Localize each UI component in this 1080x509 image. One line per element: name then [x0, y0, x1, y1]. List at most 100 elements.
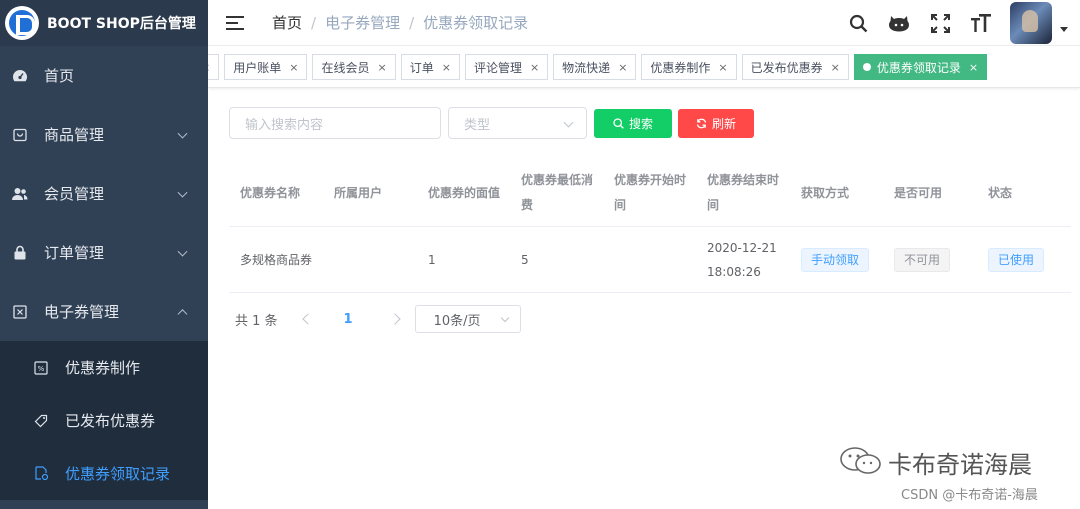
sidebar-item-products[interactable]: 商品管理	[0, 105, 208, 164]
close-icon[interactable]: ×	[831, 61, 840, 74]
chevron-up-icon	[177, 308, 188, 319]
tag-label: 评论管理	[473, 60, 522, 75]
tag-item[interactable]: 务×	[208, 54, 220, 80]
column-header: 状态	[988, 185, 1013, 200]
coupon-icon	[12, 304, 28, 320]
avatar[interactable]	[1010, 2, 1052, 44]
users-icon	[12, 186, 28, 202]
sidebar-subitem-coupon-create[interactable]: % 优惠券制作	[0, 341, 208, 394]
coupon-icon: %	[33, 360, 49, 376]
close-icon[interactable]: ×	[618, 61, 627, 74]
table-row: 多规格商品券 1 5 2020-12-21 18:08:26 手动领取 不可用 …	[229, 227, 1071, 293]
logo[interactable]: BOOT SHOP后台管理	[0, 0, 208, 46]
sidebar-subitem-published-coupons[interactable]: 已发布优惠券	[0, 394, 208, 447]
page-number-current[interactable]: 1	[344, 312, 353, 327]
tag-label: 优惠券领取记录	[876, 60, 961, 75]
tag-item[interactable]: 在线会员 ×	[312, 54, 396, 80]
page-size-label: 10条/页	[433, 313, 481, 329]
chevron-down-icon	[177, 128, 188, 139]
sidebar-item-home[interactable]: 首页	[0, 46, 208, 105]
pagination: 共 1 条 1 10条/页	[235, 305, 521, 333]
search-placeholder: 输入搜索内容	[245, 117, 324, 133]
tag-icon	[33, 413, 49, 429]
breadcrumb-separator: /	[311, 13, 317, 32]
lock-icon	[12, 245, 28, 261]
sidebar-item-members[interactable]: 会员管理	[0, 164, 208, 223]
usable-badge: 不可用	[894, 247, 951, 272]
tag-item[interactable]: 物流快递 ×	[553, 54, 637, 80]
close-icon[interactable]: ×	[208, 61, 210, 74]
sidebar-subitem-label: 优惠券领取记录	[65, 465, 171, 483]
search-button-label: 搜索	[628, 117, 653, 131]
cell-end-time: 2020-12-21 18:08:26	[707, 240, 777, 279]
tag-label: 物流快递	[562, 60, 611, 75]
coupon-records-table: 优惠券名称 所属用户 优惠券的面值 优惠券最低消费 优惠券开始时间 优惠券结束时…	[229, 160, 1071, 293]
logo-text: BOOT SHOP后台管理	[47, 16, 196, 32]
sidebar-subitem-label: 已发布优惠券	[65, 412, 156, 430]
github-icon[interactable]	[887, 11, 911, 35]
header: 首页 / 电子券管理 / 优惠券领取记录	[208, 0, 1080, 46]
tag-label: 优惠券制作	[650, 60, 711, 75]
sidebar-item-label: 电子券管理	[44, 303, 120, 321]
close-icon[interactable]: ×	[530, 61, 539, 74]
header-actions	[846, 0, 1080, 46]
sidebar-item-orders[interactable]: 订单管理	[0, 223, 208, 282]
chevron-left-icon[interactable]	[301, 313, 314, 325]
column-header: 优惠券最低消费	[521, 173, 594, 212]
sidebar-item-coupons[interactable]: 电子券管理	[0, 282, 208, 341]
document-settings-icon	[33, 466, 49, 482]
caret-down-icon[interactable]	[1060, 26, 1068, 32]
submenu-coupons: % 优惠券制作 已发布优惠券 优惠券领取记录	[0, 341, 208, 500]
logo-mark-icon	[5, 6, 39, 40]
type-select[interactable]: 类型	[448, 107, 587, 139]
chevron-down-icon	[563, 117, 574, 128]
tag-label: 已发布优惠券	[750, 60, 823, 75]
chevron-down-icon	[177, 246, 188, 257]
tags-view: 务× 用户账单 × 在线会员 × 订单 × 评论管理 × 物流快递 × 优惠券制作 × 已发…	[208, 46, 1080, 88]
dashboard-icon	[12, 68, 28, 84]
close-icon[interactable]: ×	[442, 61, 451, 74]
search-icon[interactable]	[846, 11, 870, 35]
cell-coupon-name: 多规格商品券	[240, 252, 313, 267]
close-icon[interactable]: ×	[289, 61, 298, 74]
page-size-select[interactable]: 10条/页	[414, 305, 521, 333]
active-dot-icon	[862, 63, 871, 71]
menu-toggle-icon[interactable]	[226, 15, 244, 30]
chevron-right-icon[interactable]	[388, 313, 401, 325]
tag-item[interactable]: 用户账单 ×	[224, 54, 308, 80]
tag-item[interactable]: 已发布优惠券 ×	[741, 54, 849, 80]
table-header: 优惠券名称 所属用户 优惠券的面值 优惠券最低消费 优惠券开始时间 优惠券结束时…	[229, 160, 1071, 227]
product-icon	[12, 127, 28, 143]
search-input[interactable]: 输入搜索内容	[229, 107, 441, 139]
tag-item[interactable]: 订单 ×	[400, 54, 460, 80]
close-icon[interactable]: ×	[969, 61, 978, 74]
tag-label: 在线会员	[321, 60, 370, 75]
tag-item[interactable]: 优惠券制作 ×	[641, 54, 737, 80]
font-size-icon[interactable]	[969, 11, 993, 35]
sidebar-item-label: 首页	[44, 67, 75, 85]
tag-item-active[interactable]: 优惠券领取记录 ×	[853, 54, 988, 80]
breadcrumb: 首页 / 电子券管理 / 优惠券领取记录	[272, 12, 528, 33]
sidebar-subitem-label: 优惠券制作	[65, 359, 141, 377]
refresh-button[interactable]: 刷新	[678, 109, 754, 138]
status-badge: 已使用	[988, 247, 1045, 272]
breadcrumb-item[interactable]: 首页	[272, 12, 302, 33]
breadcrumb-separator: /	[409, 13, 415, 32]
close-icon[interactable]: ×	[377, 61, 386, 74]
sidebar-item-label: 会员管理	[44, 185, 105, 203]
cell-method: 手动领取	[790, 227, 883, 292]
cell-usable: 不可用	[883, 227, 977, 292]
svg-text:%: %	[38, 365, 45, 373]
column-header: 优惠券开始时间	[614, 173, 687, 212]
column-header: 优惠券结束时间	[707, 173, 780, 212]
column-header: 获取方式	[801, 185, 850, 200]
sidebar-subitem-coupon-records[interactable]: 优惠券领取记录	[0, 447, 208, 500]
chevron-down-icon	[177, 187, 188, 198]
search-button[interactable]: 搜索	[594, 109, 672, 138]
fullscreen-icon[interactable]	[928, 11, 952, 35]
cell-start-time	[603, 227, 696, 292]
pagination-total: 共 1 条	[235, 313, 278, 329]
tag-item[interactable]: 评论管理 ×	[464, 54, 549, 80]
breadcrumb-item: 电子券管理	[325, 14, 401, 32]
close-icon[interactable]: ×	[718, 61, 727, 74]
